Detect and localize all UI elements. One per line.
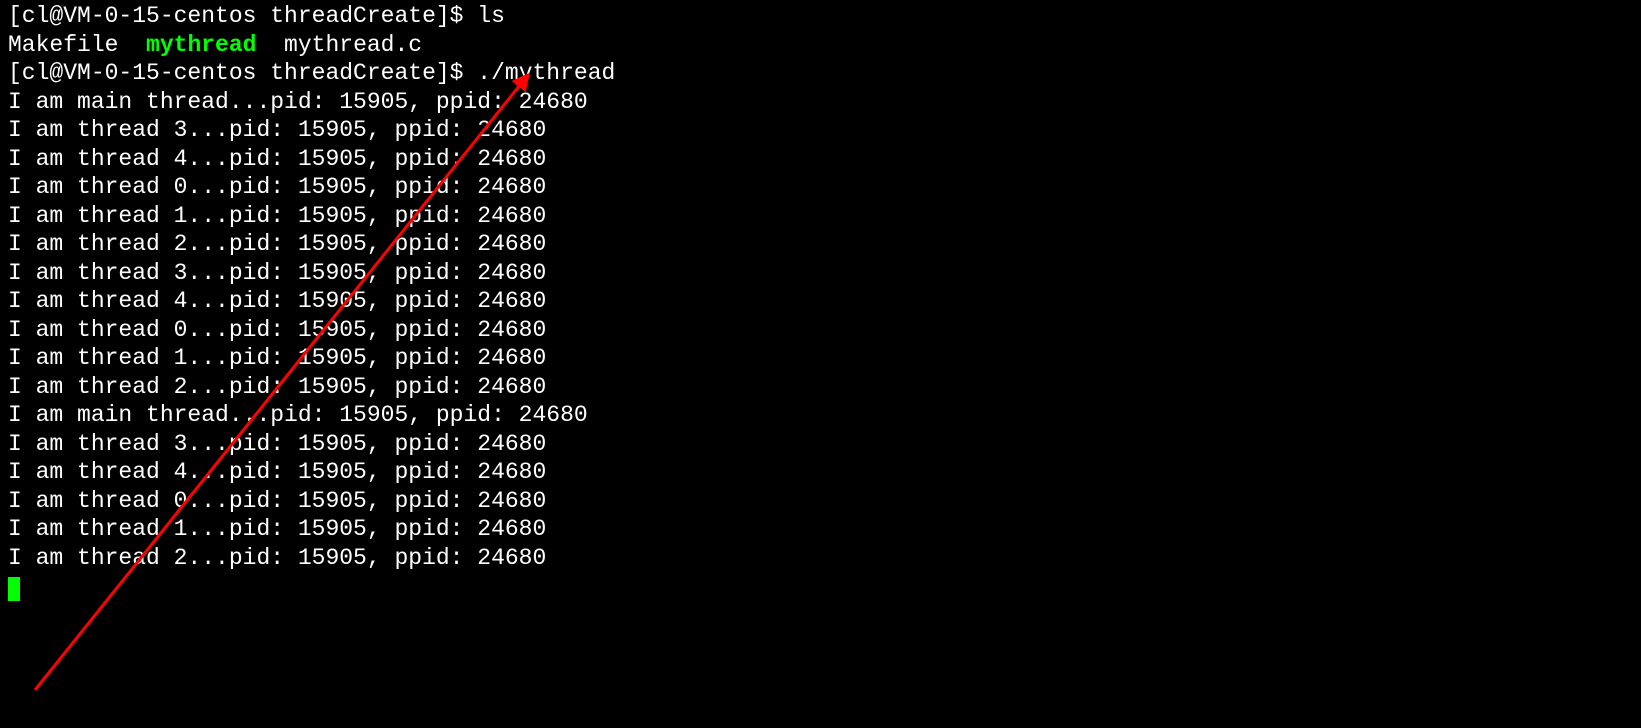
output-line: I am thread 2...pid: 15905, ppid: 24680	[8, 373, 1633, 402]
prompt: [cl@VM-0-15-centos threadCreate]$	[8, 3, 477, 29]
cursor-line[interactable]	[8, 572, 1633, 601]
ls-output: Makefile mythread mythread.c	[8, 31, 1633, 60]
output-line: I am thread 1...pid: 15905, ppid: 24680	[8, 344, 1633, 373]
output-line: I am thread 4...pid: 15905, ppid: 24680	[8, 458, 1633, 487]
output-line: I am thread 0...pid: 15905, ppid: 24680	[8, 173, 1633, 202]
output-line: I am thread 2...pid: 15905, ppid: 24680	[8, 230, 1633, 259]
file-mythread-c: mythread.c	[256, 32, 422, 58]
output-line: I am thread 4...pid: 15905, ppid: 24680	[8, 287, 1633, 316]
output-line: I am main thread...pid: 15905, ppid: 246…	[8, 88, 1633, 117]
output-line: I am thread 2...pid: 15905, ppid: 24680	[8, 544, 1633, 573]
output-line: I am thread 0...pid: 15905, ppid: 24680	[8, 487, 1633, 516]
output-line: I am thread 4...pid: 15905, ppid: 24680	[8, 145, 1633, 174]
output-line: I am thread 0...pid: 15905, ppid: 24680	[8, 316, 1633, 345]
command-run: ./mythread	[477, 60, 615, 86]
output-line: I am thread 1...pid: 15905, ppid: 24680	[8, 515, 1633, 544]
output-line: I am thread 3...pid: 15905, ppid: 24680	[8, 259, 1633, 288]
output-line: I am thread 3...pid: 15905, ppid: 24680	[8, 430, 1633, 459]
prompt-line-run[interactable]: [cl@VM-0-15-centos threadCreate]$ ./myth…	[8, 59, 1633, 88]
prompt-line-ls[interactable]: [cl@VM-0-15-centos threadCreate]$ ls	[8, 2, 1633, 31]
output-line: I am thread 3...pid: 15905, ppid: 24680	[8, 116, 1633, 145]
file-makefile: Makefile	[8, 32, 146, 58]
output-line: I am thread 1...pid: 15905, ppid: 24680	[8, 202, 1633, 231]
command-ls: ls	[477, 3, 505, 29]
prompt: [cl@VM-0-15-centos threadCreate]$	[8, 60, 477, 86]
terminal-cursor	[8, 577, 20, 601]
file-mythread-exe: mythread	[146, 32, 256, 58]
output-line: I am main thread...pid: 15905, ppid: 246…	[8, 401, 1633, 430]
